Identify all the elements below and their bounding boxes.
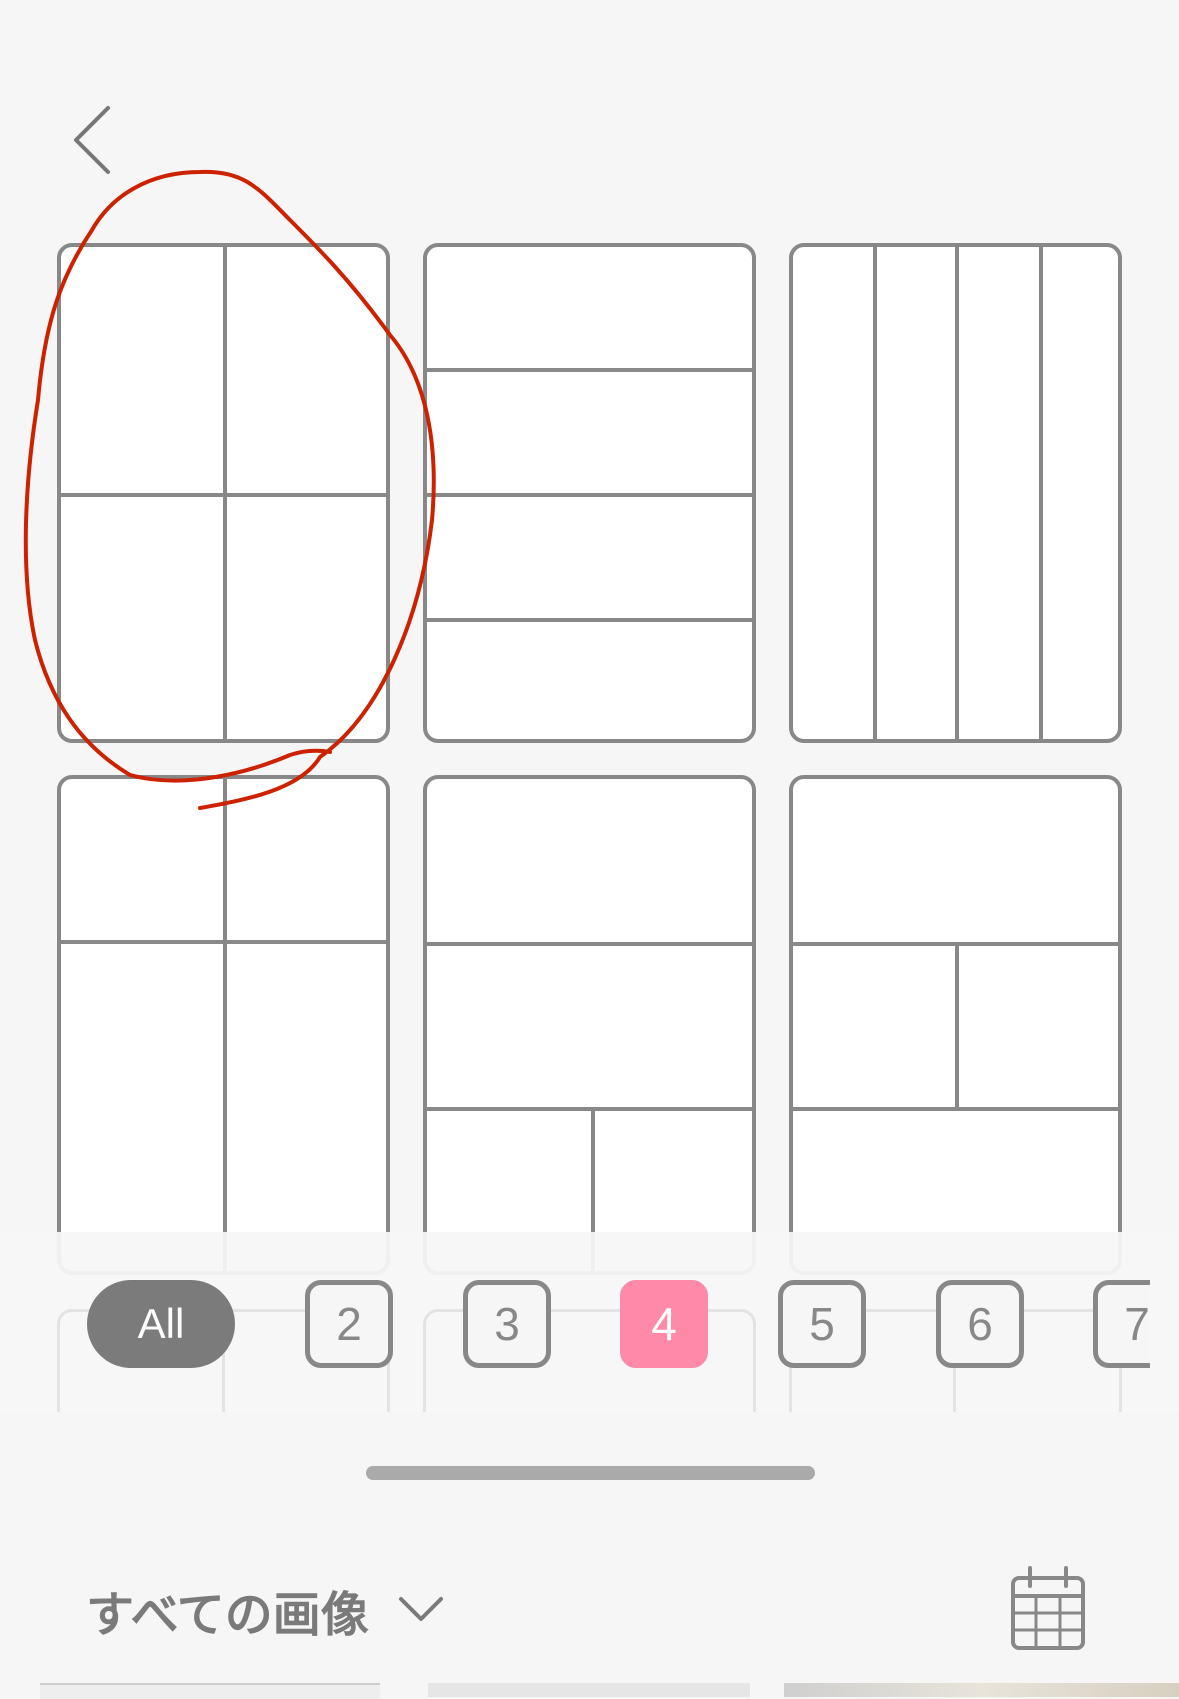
filter-2-button[interactable]: 2 (305, 1280, 393, 1368)
home-indicator (366, 1466, 815, 1480)
layout-grid-2x2[interactable] (57, 243, 390, 743)
back-button[interactable] (66, 100, 126, 180)
divider (427, 1107, 752, 1111)
filter-4-button[interactable]: 4 (620, 1280, 708, 1368)
divider (61, 493, 386, 497)
chevron-left-icon (74, 106, 110, 174)
layout-columns-4[interactable] (789, 243, 1122, 743)
divider (1039, 247, 1043, 739)
photo-thumbnail[interactable] (428, 1683, 750, 1697)
divider (427, 368, 752, 372)
divider (873, 247, 877, 739)
chevron-down-icon (398, 1597, 443, 1621)
divider (427, 618, 752, 622)
layout-two-rows-bottom-pair[interactable] (423, 775, 756, 1275)
layout-top-pair-bottom-pair[interactable] (57, 775, 390, 1275)
divider (61, 940, 386, 944)
divider (427, 493, 752, 497)
divider (793, 1107, 1118, 1111)
divider (223, 779, 227, 1271)
photo-thumbnail[interactable] (784, 1683, 1179, 1697)
calendar-button[interactable] (1010, 1566, 1086, 1652)
divider (427, 942, 752, 946)
filter-3-button[interactable]: 3 (463, 1280, 551, 1368)
layout-top-row-middle-pair-bottom-row[interactable] (789, 775, 1122, 1275)
album-selector[interactable]: すべての画像 (86, 1575, 445, 1645)
album-title: すべての画像 (86, 1589, 369, 1642)
filter-5-button[interactable]: 5 (778, 1280, 866, 1368)
filter-all-button[interactable]: All (87, 1280, 235, 1368)
divider (591, 1107, 595, 1271)
filter-6-button[interactable]: 6 (936, 1280, 1024, 1368)
filter-7-button[interactable]: 7 (1093, 1280, 1150, 1368)
divider (955, 942, 959, 1107)
calendar-icon (1011, 1566, 1085, 1650)
layout-rows-4[interactable] (423, 243, 756, 743)
divider (955, 247, 959, 739)
